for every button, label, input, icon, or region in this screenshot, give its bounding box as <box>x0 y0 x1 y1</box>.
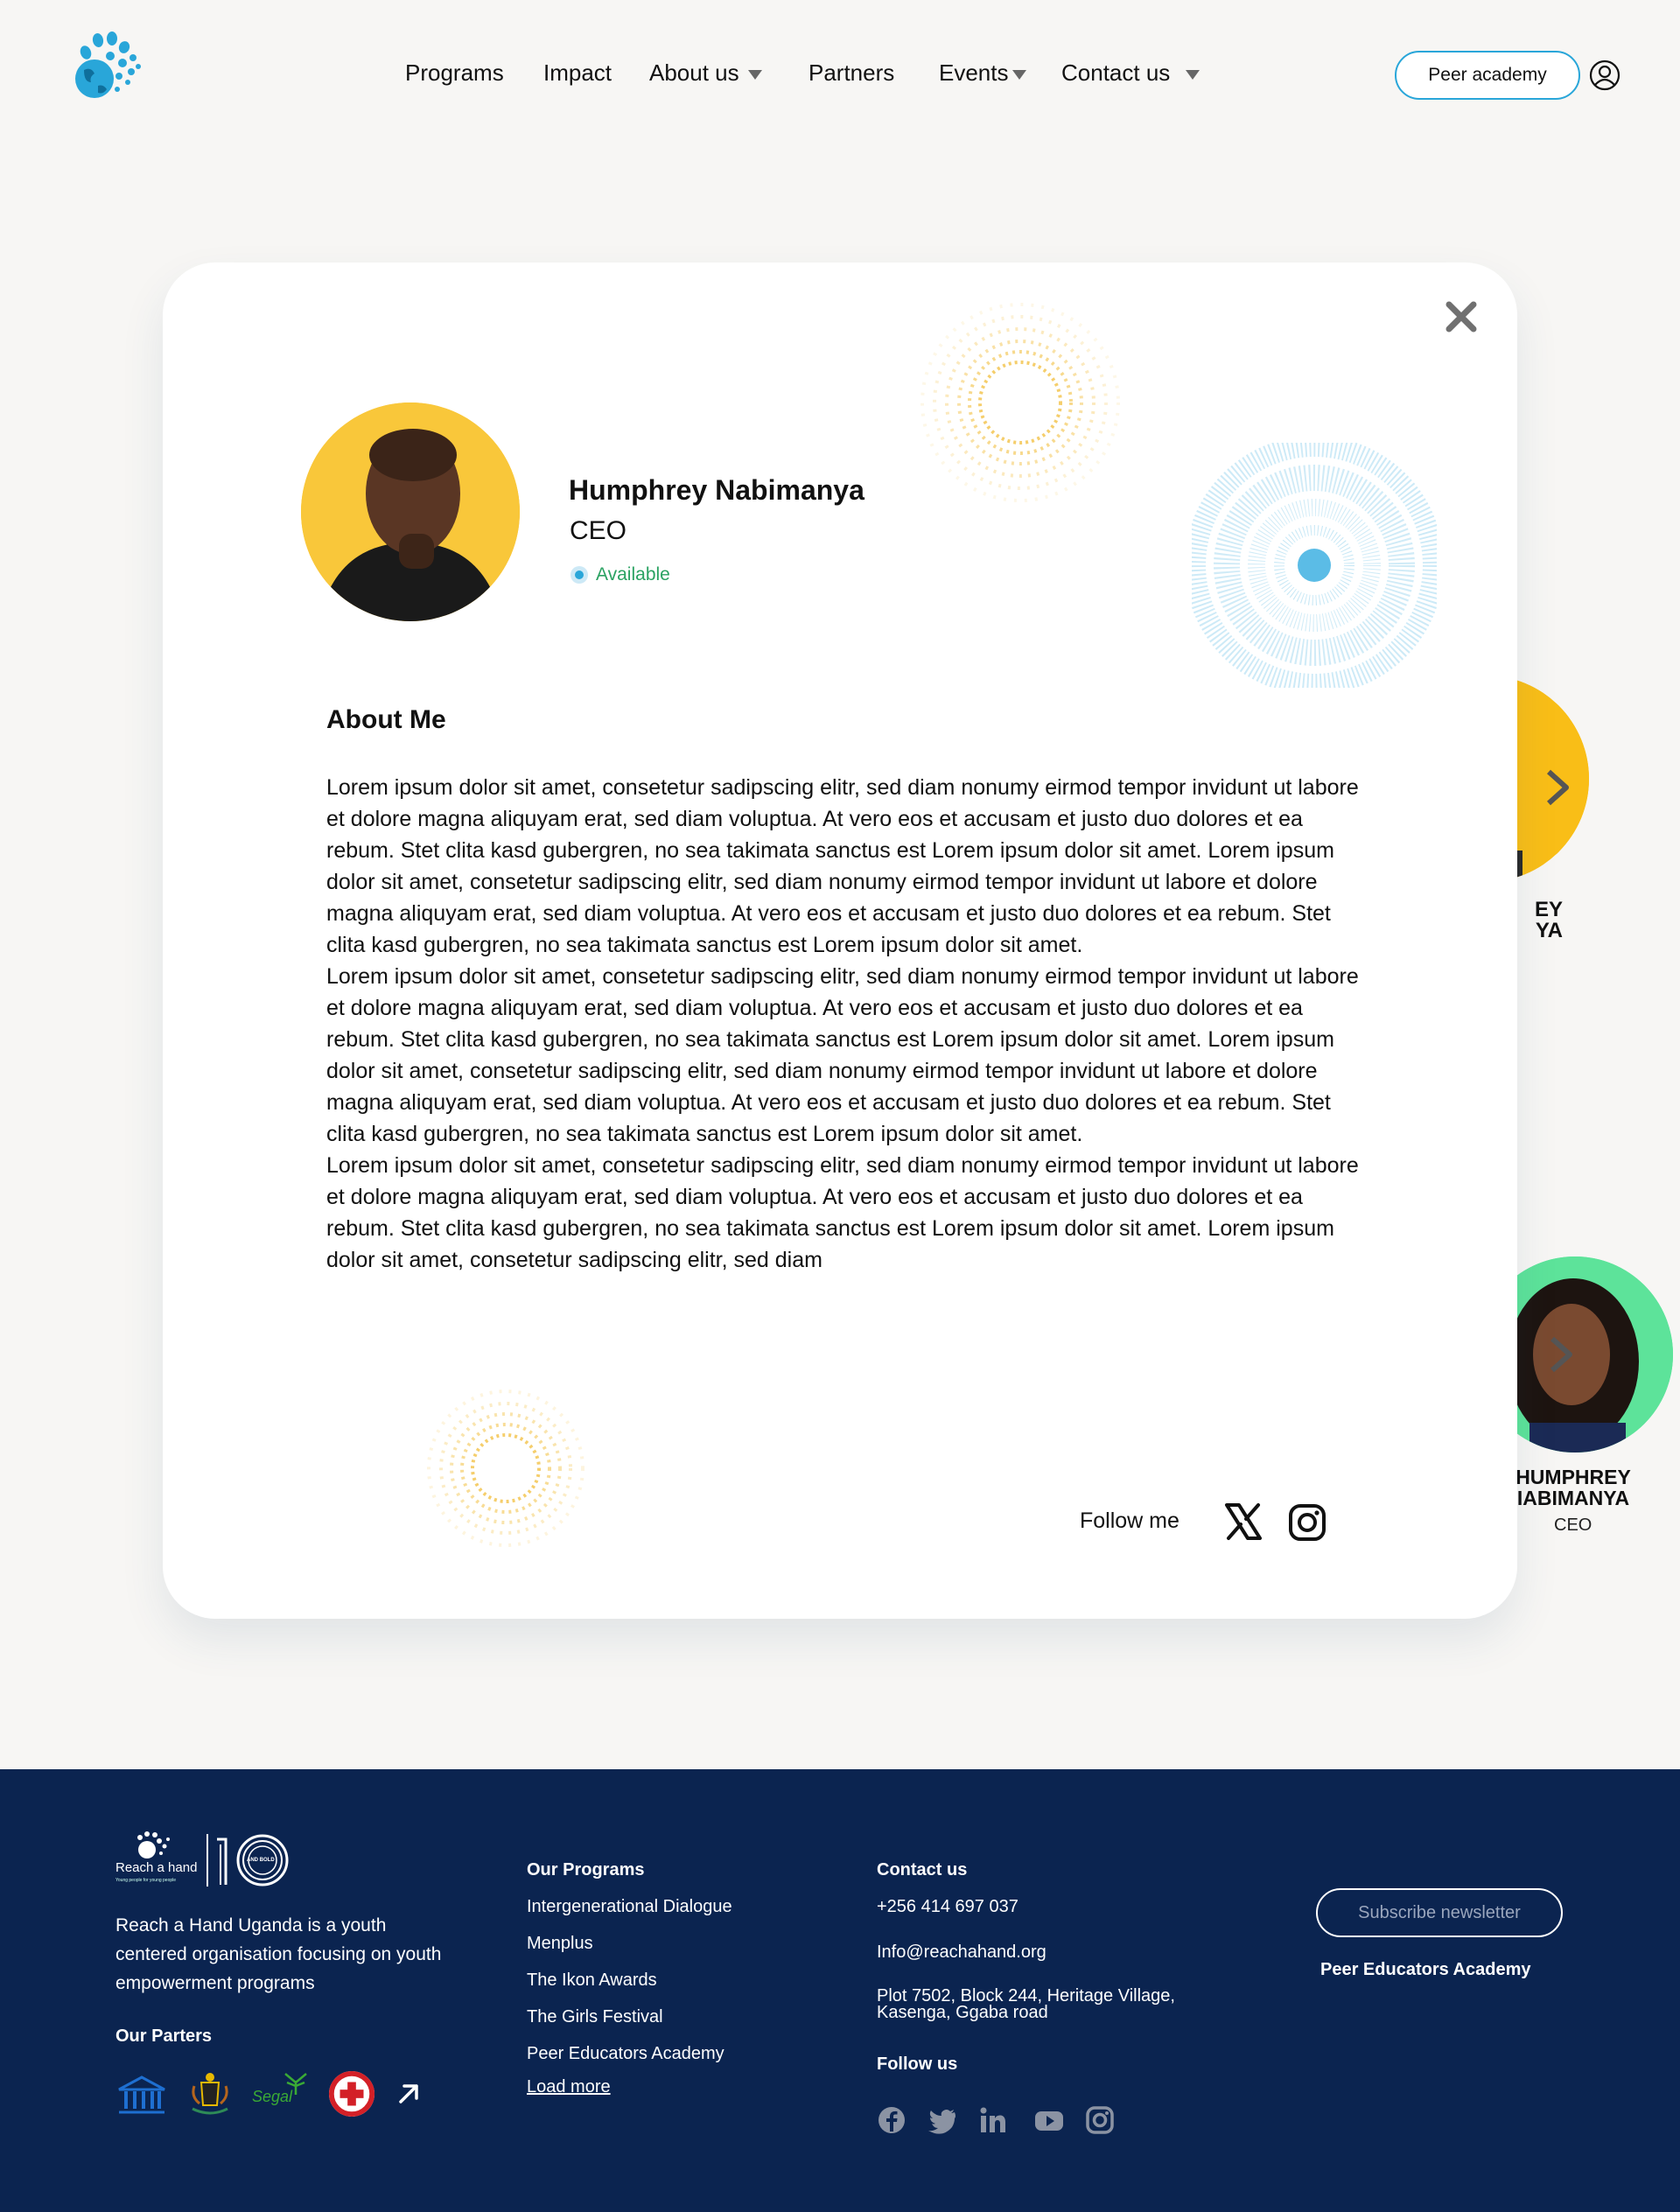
subscribe-newsletter-button[interactable]: Subscribe newsletter <box>1316 1888 1563 1937</box>
red-cross-logo-icon[interactable] <box>327 2070 376 2118</box>
load-more-link[interactable]: Load more <box>527 2077 611 2097</box>
team-card-name-line1: HUMPHREY <box>1516 1466 1631 1488</box>
footer-logo-tagline: Young people for young people <box>116 1878 177 1883</box>
decorative-burst-icon <box>427 1390 584 1547</box>
team-card-name-line2: IABIMANYA <box>1516 1487 1630 1509</box>
twitter-icon[interactable] <box>928 2105 957 2135</box>
nav-impact-label: Impact <box>543 60 612 86</box>
arrow-up-right-icon[interactable] <box>396 2081 422 2107</box>
about-me-heading: About Me <box>326 705 446 734</box>
footer-program-link[interactable]: Intergenerational Dialogue <box>527 1897 732 1917</box>
profile-photo <box>301 402 520 621</box>
nav-programs-label: Programs <box>405 60 504 86</box>
about-paragraph: Lorem ipsum dolor sit amet, consetetur s… <box>326 1153 1359 1272</box>
follow-us-heading: Follow us <box>877 2054 958 2074</box>
x-twitter-icon[interactable] <box>1223 1502 1264 1542</box>
caret-down-icon <box>1186 70 1200 80</box>
peer-educators-academy-link[interactable]: Peer Educators Academy <box>1320 1960 1530 1980</box>
follow-me-label: Follow me <box>1080 1508 1180 1533</box>
team-card-role: CEO <box>1554 1516 1592 1535</box>
decorative-burst-icon <box>920 303 1120 502</box>
nav-partners[interactable]: Partners <box>808 60 894 87</box>
team-card-name: HUMPHREY IABIMANYA <box>1505 1466 1642 1508</box>
availability-status: Available <box>571 564 670 585</box>
footer-program-link[interactable]: Peer Educators Academy <box>527 2044 724 2064</box>
footer-program-link[interactable]: Menplus <box>527 1934 593 1954</box>
programs-heading: Our Programs <box>527 1860 645 1880</box>
nav-about-us[interactable]: About us <box>649 60 762 87</box>
site-footer: Reach a hand Young people for young peop… <box>0 1769 1680 2212</box>
nav-events[interactable]: Events <box>939 60 1026 87</box>
contact-address: Plot 7502, Block 244, Heritage Village, … <box>877 1987 1175 2022</box>
uganda-coat-of-arms-icon[interactable] <box>189 2070 231 2118</box>
contact-heading: Contact us <box>877 1860 968 1880</box>
peer-academy-button[interactable]: Peer academy <box>1395 51 1580 100</box>
about-me-text: Lorem ipsum dolor sit amet, consetetur s… <box>326 772 1368 1276</box>
caret-down-icon <box>1012 70 1026 80</box>
profile-name: Humphrey Nabimanya <box>569 474 864 506</box>
address-line: Kasenga, Ggaba road <box>877 2003 1048 2022</box>
nav-about-label: About us <box>649 60 739 86</box>
chevron-right-icon[interactable] <box>1545 1335 1577 1374</box>
chevron-right-icon[interactable] <box>1542 768 1573 807</box>
nav-contact-label: Contact us <box>1061 60 1171 86</box>
user-account-icon[interactable] <box>1589 60 1620 91</box>
decorative-sunburst-icon <box>1192 443 1437 688</box>
logo-divider <box>206 1834 208 1886</box>
youtube-icon[interactable] <box>1034 2105 1064 2135</box>
instagram-icon[interactable] <box>1288 1503 1326 1542</box>
contact-email[interactable]: Info@reachahand.org <box>877 1942 1046 1963</box>
footer-logo[interactable]: Reach a hand Young people for young peop… <box>116 1830 290 1892</box>
nav-programs[interactable]: Programs <box>405 60 504 87</box>
footer-program-link[interactable]: The Ikon Awards <box>527 1970 657 1991</box>
segal-logo[interactable]: Segal <box>252 2070 313 2118</box>
footer-logo-text: Reach a hand <box>116 1860 198 1875</box>
facebook-icon[interactable] <box>877 2105 906 2135</box>
contact-phone[interactable]: +256 414 697 037 <box>877 1897 1018 1917</box>
nav-contact-us[interactable]: Contact us <box>1061 60 1200 87</box>
about-paragraph: Lorem ipsum dolor sit amet, consetetur s… <box>326 775 1359 957</box>
about-paragraph: Lorem ipsum dolor sit amet, consetetur s… <box>326 964 1359 1146</box>
nav-impact[interactable]: Impact <box>543 60 612 87</box>
segal-logo-text: Segal <box>252 2088 293 2105</box>
badge-label: AND BOLD <box>247 1858 275 1863</box>
status-dot-icon <box>571 567 587 583</box>
hand-logo-icon <box>137 1831 170 1858</box>
instagram-icon[interactable] <box>1085 2105 1115 2135</box>
nav-partners-label: Partners <box>808 60 895 86</box>
profile-role: CEO <box>570 516 627 545</box>
footer-program-link[interactable]: The Girls Festival <box>527 2007 663 2027</box>
profile-avatar <box>301 402 520 621</box>
site-header: Programs Impact About us Partners Events… <box>0 0 1680 149</box>
unesco-logo-icon[interactable] <box>116 2070 168 2118</box>
linkedin-icon[interactable] <box>978 2105 1008 2135</box>
caret-down-icon <box>747 70 762 80</box>
availability-label: Available <box>596 564 670 584</box>
partners-heading: Our Parters <box>116 2026 213 2046</box>
close-icon[interactable] <box>1442 298 1480 336</box>
footer-description: Reach a Hand Uganda is a youth centered … <box>116 1915 442 1993</box>
nav-events-label: Events <box>939 60 1009 86</box>
profile-modal: Humphrey Nabimanya CEO Available About M… <box>163 262 1517 1619</box>
